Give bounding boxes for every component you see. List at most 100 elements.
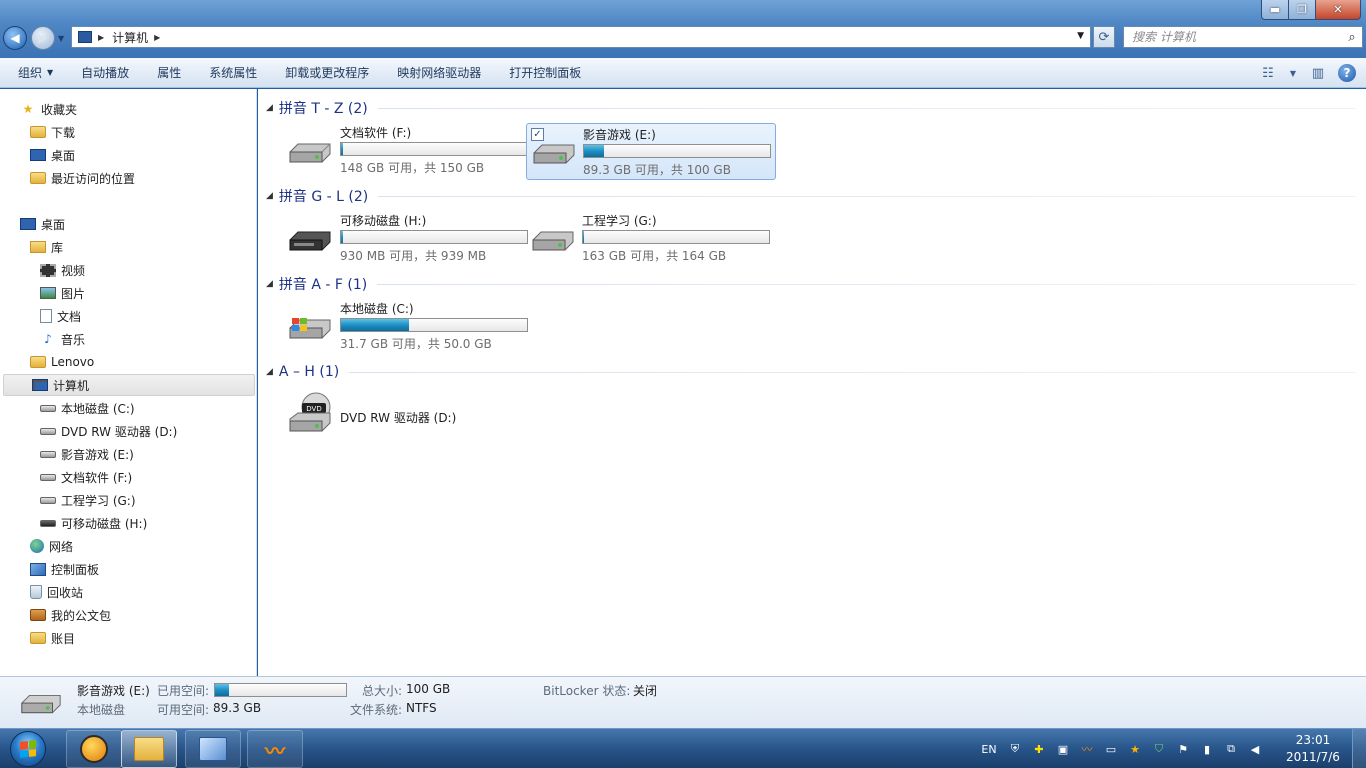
collapse-triangle-icon[interactable]: ◢ <box>266 367 273 377</box>
view-dropdown-icon[interactable]: ▼ <box>1288 63 1298 83</box>
nav-drive-d[interactable]: DVD RW 驱动器 (D:) <box>40 420 177 442</box>
nav-recycle-bin[interactable]: 回收站 <box>30 581 83 603</box>
star-badge-icon[interactable]: ★ <box>1126 740 1144 758</box>
maximize-button[interactable]: ❐ <box>1288 0 1316 20</box>
nav-videos[interactable]: 视频 <box>40 259 85 281</box>
drive-tile-g[interactable]: 工程学习 (G:) 163 GB 可用，共 164 GB <box>526 210 776 267</box>
autoplay-button[interactable]: 自动播放 <box>67 58 143 88</box>
group-header-g-l[interactable]: ◢ 拼音 G - L (2) <box>266 185 1356 207</box>
details-total-value: 100 GB <box>406 682 451 696</box>
search-input[interactable] <box>1124 30 1342 44</box>
nav-favorites[interactable]: ★ 收藏夹 <box>20 98 77 120</box>
command-bar: 组织 ▼ 自动播放 属性 系统属性 卸载或更改程序 映射网络驱动器 打开控制面板 … <box>0 58 1366 88</box>
breadcrumb-separator-icon[interactable]: ▶ <box>154 33 160 42</box>
volume-icon[interactable]: ◀ <box>1246 740 1264 758</box>
windows-drive-icon <box>40 404 56 412</box>
collapse-triangle-icon[interactable]: ◢ <box>266 279 273 289</box>
taskbar-app-china-unicom[interactable]: 〰 <box>247 730 303 768</box>
computer-icon <box>78 31 92 43</box>
shield-icon[interactable]: ⛉ <box>1150 740 1168 758</box>
group-header-a-f[interactable]: ◢ 拼音 A - F (1) <box>266 273 1356 295</box>
nav-computer[interactable]: 计算机 <box>3 374 255 396</box>
collapse-triangle-icon[interactable]: ◢ <box>266 191 273 201</box>
taskbar-app-media-player[interactable] <box>66 730 122 768</box>
battery-icon[interactable]: ▮ <box>1198 740 1216 758</box>
network-icon[interactable]: ⧉ <box>1222 740 1240 758</box>
group-header-a-h[interactable]: ◢ A – H (1) <box>266 361 1356 383</box>
address-dropdown-icon[interactable]: ▼ <box>1077 31 1084 41</box>
details-total-label: 总大小: <box>362 684 403 698</box>
nav-network[interactable]: 网络 <box>30 535 73 557</box>
nav-drive-c[interactable]: 本地磁盘 (C:) <box>40 397 135 419</box>
details-drive-name: 影音游戏 (E:) <box>77 684 150 698</box>
nav-lenovo[interactable]: Lenovo <box>30 351 94 373</box>
forward-button[interactable]: ▶ <box>31 26 55 50</box>
wave-icon[interactable]: 〰 <box>1078 740 1096 758</box>
group-header-t-z[interactable]: ◢ 拼音 T - Z (2) <box>266 97 1356 119</box>
system-properties-button[interactable]: 系统属性 <box>195 58 271 88</box>
drive-tile-c[interactable]: 本地磁盘 (C:) 31.7 GB 可用，共 50.0 GB <box>270 298 528 355</box>
nav-drive-h[interactable]: 可移动磁盘 (H:) <box>40 512 147 534</box>
details-bitlocker-label: BitLocker 状态: <box>543 684 631 698</box>
input-language-indicator[interactable]: EN <box>978 740 1000 758</box>
uninstall-program-button[interactable]: 卸载或更改程序 <box>271 58 383 88</box>
close-button[interactable]: ✕ <box>1315 0 1361 20</box>
nav-drive-e[interactable]: 影音游戏 (E:) <box>40 443 134 465</box>
nav-drive-g[interactable]: 工程学习 (G:) <box>40 489 136 511</box>
taskbar-app-control-panel[interactable] <box>185 730 241 768</box>
nav-pictures[interactable]: 图片 <box>40 282 85 304</box>
breadcrumb-separator-icon[interactable]: ▶ <box>98 33 104 42</box>
hard-drive-icon <box>40 473 56 481</box>
properties-button[interactable]: 属性 <box>143 58 195 88</box>
nav-libraries[interactable]: 库 <box>30 236 63 258</box>
open-control-panel-button[interactable]: 打开控制面板 <box>495 58 595 88</box>
control-panel-icon <box>30 562 46 576</box>
details-bitlocker-value: 关闭 <box>633 684 658 698</box>
nav-briefcase[interactable]: 我的公文包 <box>30 604 111 626</box>
minimize-button[interactable]: ▬ <box>1261 0 1289 20</box>
taskbar-app-explorer[interactable] <box>121 730 177 768</box>
wave-logo-icon: 〰 <box>265 738 285 763</box>
folder-icon <box>30 632 46 644</box>
nav-drive-f[interactable]: 文档软件 (F:) <box>40 466 132 488</box>
nav-desktop[interactable]: 桌面 <box>20 213 65 235</box>
organize-button[interactable]: 组织 ▼ <box>0 58 67 88</box>
refresh-button[interactable]: ⟳ <box>1093 26 1115 48</box>
help-icon[interactable]: ? <box>1338 64 1356 82</box>
plus-icon[interactable]: ✚ <box>1030 740 1048 758</box>
select-checkbox[interactable]: ✓ <box>531 128 544 141</box>
change-view-icon[interactable]: ☷ <box>1258 63 1278 83</box>
search-icon[interactable]: ⌕ <box>1342 30 1362 45</box>
drive-tile-h[interactable]: 可移动磁盘 (H:) 930 MB 可用，共 939 MB <box>270 210 528 267</box>
recent-pages-dropdown[interactable]: ▼ <box>58 34 64 43</box>
breadcrumb-computer[interactable]: 计算机 <box>112 29 148 46</box>
drive-tile-d[interactable]: DVD DVD RW 驱动器 (D:) <box>270 389 520 446</box>
nav-desktop-favorite[interactable]: 桌面 <box>30 144 75 166</box>
collapse-triangle-icon[interactable]: ◢ <box>266 103 273 113</box>
screen-icon[interactable]: ▭ <box>1102 740 1120 758</box>
nav-ledger[interactable]: 账目 <box>30 627 75 649</box>
monitor-icon[interactable]: ▣ <box>1054 740 1072 758</box>
map-network-drive-button[interactable]: 映射网络驱动器 <box>383 58 495 88</box>
security-shield-icon[interactable]: ⛨ <box>1006 740 1024 758</box>
nav-recent-places[interactable]: 最近访问的位置 <box>30 167 135 189</box>
nav-music[interactable]: ♪ 音乐 <box>40 328 85 350</box>
drive-tile-e[interactable]: ✓ 影音游戏 (E:) 89.3 GB 可用，共 100 GB <box>526 123 776 180</box>
arrow-left-icon: ◀ <box>10 31 20 45</box>
nav-downloads[interactable]: 下载 <box>30 121 75 143</box>
document-icon <box>40 309 52 323</box>
start-button[interactable] <box>2 729 54 768</box>
drive-tile-f[interactable]: 文档软件 (F:) 148 GB 可用，共 150 GB <box>270 122 528 179</box>
nav-documents[interactable]: 文档 <box>40 305 81 327</box>
clock[interactable]: 23:01 2011/7/6 <box>1282 732 1344 766</box>
search-box[interactable]: ⌕ <box>1123 26 1363 48</box>
back-button[interactable]: ◀ <box>3 26 27 50</box>
show-desktop-button[interactable] <box>1352 729 1366 768</box>
flag-icon[interactable]: ⚑ <box>1174 740 1192 758</box>
drive-list-view: ◢ 拼音 T - Z (2) 文档软件 (F:) 148 GB 可用，共 150… <box>258 89 1366 676</box>
hard-drive-icon <box>21 694 61 714</box>
preview-pane-icon[interactable]: ▥ <box>1308 63 1328 83</box>
address-bar[interactable]: ▶ 计算机 ▶ ▼ <box>71 26 1091 48</box>
nav-control-panel[interactable]: 控制面板 <box>30 558 99 580</box>
media-player-icon <box>80 735 108 763</box>
